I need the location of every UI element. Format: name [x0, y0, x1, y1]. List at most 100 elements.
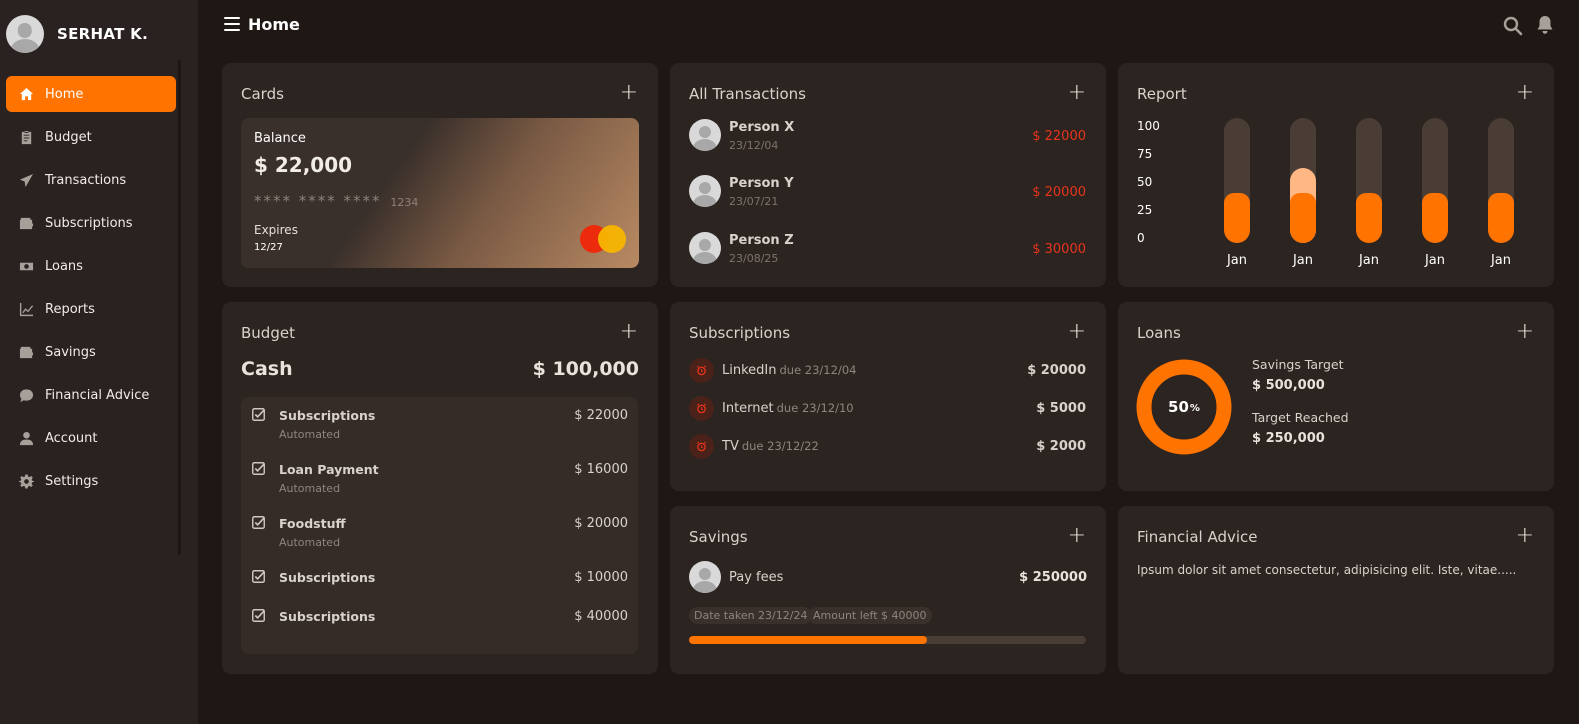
- budget-item-amount: $ 22000: [574, 408, 628, 423]
- subscription-title: TV: [722, 439, 739, 454]
- send-icon: [18, 172, 34, 188]
- subscription-row[interactable]: LinkedIn due 23/12/04 $ 20000: [689, 358, 1086, 384]
- y-tick-label: 100: [1137, 119, 1160, 133]
- sidebar-item-label: Account: [45, 430, 98, 446]
- budget-item-name: Foodstuff: [279, 516, 346, 531]
- add-loan-button[interactable]: +: [1516, 321, 1534, 343]
- gear-icon: [18, 473, 34, 489]
- budget-item-name: Subscriptions: [279, 408, 376, 423]
- sidebar-item-subscriptions[interactable]: Subscriptions: [6, 205, 176, 241]
- y-tick-label: 0: [1137, 231, 1145, 245]
- alarm-clock-icon: [689, 358, 714, 383]
- add-report-button[interactable]: +: [1516, 82, 1534, 104]
- user-profile[interactable]: SERHAT K.: [6, 15, 148, 53]
- subscription-due: due 23/12/04: [779, 363, 857, 377]
- sidebar-item-budget[interactable]: Budget: [6, 119, 176, 155]
- loan-percent-sign: %: [1189, 403, 1200, 414]
- panel-title: Subscriptions: [689, 324, 791, 342]
- card-number-masked: **** **** ****: [254, 192, 382, 210]
- budget-list: Subscriptions Automated $ 22000 Loan Pay…: [241, 397, 638, 654]
- sidebar-item-financial-advice[interactable]: Financial Advice: [6, 377, 176, 413]
- sidebar-item-reports[interactable]: Reports: [6, 291, 176, 327]
- report-bar[interactable]: [1488, 118, 1514, 243]
- add-savings-button[interactable]: +: [1068, 525, 1086, 547]
- transaction-row[interactable]: Person X 23/12/04 $ 22000: [689, 119, 1086, 155]
- sidebar-item-label: Settings: [45, 473, 99, 489]
- subscription-row[interactable]: Internet due 23/12/10 $ 5000: [689, 396, 1086, 422]
- add-subscription-button[interactable]: +: [1068, 321, 1086, 343]
- checkbox-checked-icon[interactable]: [252, 408, 265, 421]
- x-tick-label: Jan: [1490, 253, 1512, 268]
- budget-item-sub: Automated: [279, 428, 341, 441]
- checkbox-checked-icon[interactable]: [252, 462, 265, 475]
- subscription-name: Internet due 23/12/10: [722, 401, 854, 416]
- card-number-last: 1234: [390, 196, 419, 209]
- cash-label: Cash: [241, 358, 293, 380]
- sidebar-item-label: Savings: [45, 344, 96, 360]
- subscription-title: Internet: [722, 401, 774, 416]
- subscription-row[interactable]: TV due 23/12/22 $ 2000: [689, 434, 1086, 460]
- panel-title: Loans: [1137, 324, 1181, 342]
- transaction-row[interactable]: Person Z 23/08/25 $ 30000: [689, 232, 1086, 268]
- panel-title: Budget: [241, 324, 295, 342]
- report-bar[interactable]: [1422, 118, 1448, 243]
- cards-panel: Cards + Balance $ 22,000 **** **** **** …: [222, 63, 658, 287]
- transaction-row[interactable]: Person Y 23/07/21 $ 20000: [689, 175, 1086, 211]
- sidebar-item-label: Subscriptions: [45, 215, 133, 231]
- x-tick-label: Jan: [1226, 253, 1248, 268]
- savings-item-name: Pay fees: [729, 570, 784, 585]
- transactions-panel: All Transactions + Person X 23/12/04 $ 2…: [670, 63, 1106, 287]
- add-advice-button[interactable]: +: [1516, 525, 1534, 547]
- date-taken-badge: Date taken 23/12/24: [689, 607, 813, 624]
- wallet-icon: [18, 344, 34, 360]
- alarm-clock-icon: [689, 434, 714, 459]
- budget-panel: Budget + Cash $ 100,000 Subscriptions Au…: [222, 302, 658, 674]
- transaction-name: Person Y: [729, 176, 794, 191]
- sidebar-item-transactions[interactable]: Transactions: [6, 162, 176, 198]
- clipboard-icon: [18, 129, 34, 145]
- report-bar[interactable]: [1224, 118, 1250, 243]
- credit-card[interactable]: Balance $ 22,000 **** **** **** 1234 Exp…: [241, 118, 639, 268]
- add-card-button[interactable]: +: [620, 82, 638, 104]
- loan-percent-value: 50: [1168, 398, 1189, 416]
- money-icon: [18, 258, 34, 274]
- sidebar-scrollbar[interactable]: [178, 60, 181, 555]
- y-tick-label: 50: [1137, 175, 1153, 189]
- loan-percent: 50%: [1136, 359, 1232, 455]
- sidebar-item-settings[interactable]: Settings: [6, 463, 176, 499]
- subscriptions-panel: Subscriptions + LinkedIn due 23/12/04 $ 2…: [670, 302, 1106, 491]
- add-budget-button[interactable]: +: [620, 321, 638, 343]
- transaction-amount: $ 30000: [1032, 242, 1086, 257]
- comment-dollar-icon: [18, 387, 34, 403]
- report-bar[interactable]: [1290, 118, 1316, 243]
- sidebar-item-account[interactable]: Account: [6, 420, 176, 456]
- transaction-name: Person X: [729, 120, 795, 135]
- sidebar-item-label: Home: [45, 86, 84, 102]
- advice-text: Ipsum dolor sit amet consectetur, adipis…: [1137, 563, 1517, 577]
- add-transaction-button[interactable]: +: [1068, 82, 1086, 104]
- report-panel: Report + 100 75 50 25 0 Jan Jan Jan Jan Jan: [1118, 63, 1554, 287]
- savings-progress-bar: [689, 636, 1086, 644]
- sidebar-item-home[interactable]: Home: [6, 76, 176, 112]
- avatar: [689, 561, 721, 593]
- card-number: **** **** **** 1234: [254, 192, 418, 210]
- panel-title: Cards: [241, 85, 284, 103]
- mastercard-logo-icon: [580, 224, 628, 254]
- sidebar-item-loans[interactable]: Loans: [6, 248, 176, 284]
- sidebar-item-label: Reports: [45, 301, 95, 317]
- budget-item-name: Subscriptions: [279, 609, 376, 624]
- menu-icon[interactable]: [224, 17, 240, 31]
- transaction-name: Person Z: [729, 233, 794, 248]
- checkbox-checked-icon[interactable]: [252, 609, 265, 622]
- bell-icon[interactable]: [1536, 15, 1554, 35]
- budget-item-amount: $ 40000: [574, 609, 628, 624]
- search-icon[interactable]: [1503, 16, 1523, 36]
- savings-target-label: Savings Target: [1252, 357, 1344, 372]
- report-bar[interactable]: [1356, 118, 1382, 243]
- user-icon: [18, 430, 34, 446]
- checkbox-checked-icon[interactable]: [252, 516, 265, 529]
- x-tick-label: Jan: [1424, 253, 1446, 268]
- sidebar-item-savings[interactable]: Savings: [6, 334, 176, 370]
- report-bar-fill: [1422, 193, 1448, 243]
- checkbox-checked-icon[interactable]: [252, 570, 265, 583]
